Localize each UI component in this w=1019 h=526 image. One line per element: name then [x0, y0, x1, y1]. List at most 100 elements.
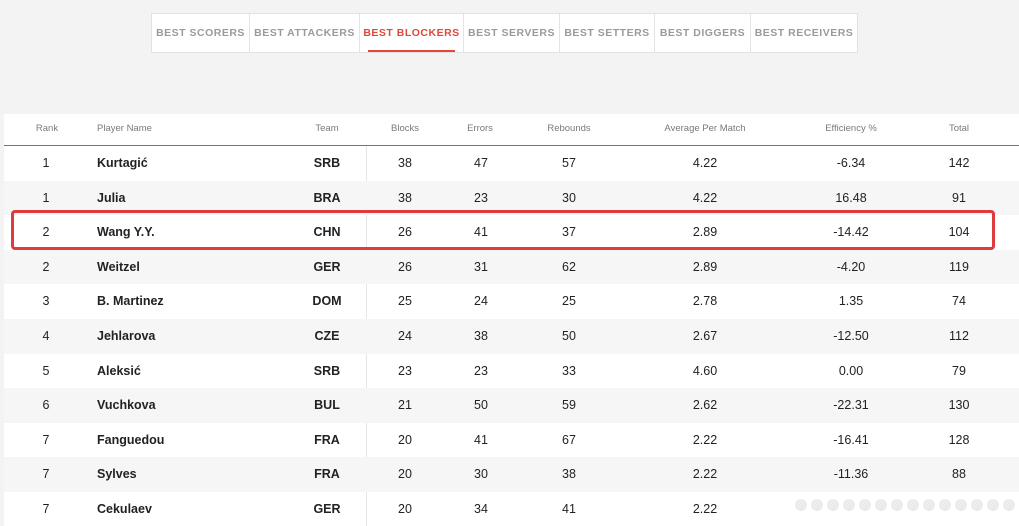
cell-errors: 34 — [474, 502, 488, 516]
cell-rank: 2 — [42, 259, 50, 274]
tab-best-setters[interactable]: BEST SETTERS — [560, 14, 655, 52]
col-header-total[interactable]: Total — [949, 123, 969, 134]
cell-total: 112 — [949, 329, 969, 343]
cell-rebounds: 25 — [562, 294, 576, 309]
table-header: Rank Player Name Team Blocks Errors Rebo… — [4, 114, 1019, 146]
tab-best-receivers[interactable]: BEST RECEIVERS — [751, 14, 857, 52]
cell-rank: 7 — [42, 467, 50, 482]
col-header-player[interactable]: Player Name — [97, 123, 152, 134]
table-row[interactable]: 6 Vuchkova BUL 21 50 59 2.62 -22.31 130 — [4, 388, 1019, 423]
cell-player: Jehlarova — [97, 329, 156, 343]
cell-player: Vuchkova — [97, 398, 156, 413]
cell-avg: 4.22 — [692, 190, 718, 205]
cell-efficiency: 0.00 — [838, 363, 864, 378]
tab-best-servers[interactable]: BEST SERVERS — [464, 14, 560, 52]
cell-total: 79 — [952, 363, 966, 378]
cell-errors: 30 — [474, 467, 488, 482]
cell-player: Fanguedou — [97, 432, 165, 447]
tab-best-diggers[interactable]: BEST DIGGERS — [655, 14, 751, 52]
col-header-errors[interactable]: Errors — [467, 123, 493, 134]
cell-player: B. Martinez — [97, 294, 164, 309]
cell-avg: 2.89 — [692, 225, 718, 240]
fade-decoration — [795, 497, 1017, 513]
cell-blocks: 20 — [398, 502, 412, 516]
cell-total: 91 — [952, 190, 966, 205]
cell-efficiency: -16.41 — [833, 432, 869, 447]
cell-efficiency: -6.34 — [836, 156, 866, 170]
cell-rebounds: 67 — [562, 432, 576, 447]
cell-rebounds: 33 — [562, 363, 576, 378]
cell-rank: 4 — [42, 329, 50, 343]
col-header-blocks[interactable]: Blocks — [391, 123, 419, 134]
cell-errors: 50 — [474, 398, 488, 413]
cell-avg: 2.22 — [692, 502, 718, 516]
cell-total: 119 — [949, 259, 969, 274]
cell-team: CHN — [313, 225, 341, 240]
cell-total: 88 — [952, 467, 966, 482]
cell-blocks: 26 — [398, 259, 412, 274]
cell-avg: 2.67 — [692, 329, 718, 343]
cell-team: SRB — [313, 363, 341, 378]
cell-rebounds: 50 — [562, 329, 576, 343]
cell-team: FRA — [314, 467, 340, 482]
table-row[interactable]: 7 Fanguedou FRA 20 41 67 2.22 -16.41 128 — [4, 423, 1019, 458]
cell-blocks: 23 — [398, 363, 412, 378]
table-row[interactable]: 4 Jehlarova CZE 24 38 50 2.67 -12.50 112 — [4, 319, 1019, 354]
cell-avg: 2.62 — [692, 398, 718, 413]
cell-rank: 1 — [42, 156, 50, 170]
cell-player: Wang Y.Y. — [97, 225, 155, 240]
cell-avg: 4.60 — [692, 363, 718, 378]
cell-team: GER — [313, 259, 341, 274]
table-row[interactable]: 5 Aleksić SRB 23 23 33 4.60 0.00 79 — [4, 354, 1019, 389]
cell-errors: 38 — [474, 329, 488, 343]
col-header-average[interactable]: Average Per Match — [664, 123, 745, 134]
cell-rank: 6 — [42, 398, 50, 413]
cell-blocks: 20 — [398, 432, 412, 447]
table-row[interactable]: 1 Kurtagić SRB 38 47 57 4.22 -6.34 142 — [4, 146, 1019, 181]
cell-team: CZE — [314, 329, 340, 343]
cell-blocks: 26 — [398, 225, 412, 240]
cell-player: Sylves — [97, 467, 137, 482]
cell-errors: 24 — [474, 294, 488, 309]
table-row[interactable]: 2 Weitzel GER 26 31 62 2.89 -4.20 119 — [4, 249, 1019, 285]
table-row[interactable]: 2 Wang Y.Y. CHN 26 41 37 2.89 -14.42 104 — [4, 215, 1019, 250]
cell-rank: 5 — [42, 363, 50, 378]
tab-best-attackers[interactable]: BEST ATTACKERS — [250, 14, 360, 52]
cell-blocks: 24 — [398, 329, 412, 343]
cell-total: 142 — [948, 156, 970, 170]
cell-rank: 7 — [42, 502, 50, 516]
tab-best-blockers[interactable]: BEST BLOCKERS — [360, 14, 464, 52]
cell-errors: 47 — [474, 156, 488, 170]
cell-team: DOM — [312, 294, 342, 309]
cell-rank: 3 — [42, 294, 50, 309]
cell-errors: 23 — [474, 363, 488, 378]
col-header-rank[interactable]: Rank — [36, 123, 58, 134]
stats-tab-bar: BEST SCORERS BEST ATTACKERS BEST BLOCKER… — [151, 13, 858, 53]
col-header-team[interactable]: Team — [315, 123, 338, 134]
cell-rebounds: 38 — [562, 467, 576, 482]
cell-player: Julia — [97, 190, 126, 205]
cell-avg: 2.78 — [692, 294, 718, 309]
table-row[interactable]: 7 Sylves FRA 20 30 38 2.22 -11.36 88 — [4, 457, 1019, 492]
cell-rank: 7 — [42, 432, 50, 447]
tab-best-scorers[interactable]: BEST SCORERS — [152, 14, 250, 52]
cell-efficiency: -12.50 — [833, 329, 869, 343]
cell-team: SRB — [313, 156, 341, 170]
cell-player: Cekulaev — [97, 502, 152, 516]
cell-avg: 4.22 — [692, 156, 718, 170]
cell-total: 104 — [948, 225, 970, 240]
cell-avg: 2.22 — [692, 432, 718, 447]
table-row[interactable]: 3 B. Martinez DOM 25 24 25 2.78 1.35 74 — [4, 284, 1019, 319]
col-header-rebounds[interactable]: Rebounds — [547, 123, 590, 134]
table-row[interactable]: 1 Julia BRA 38 23 30 4.22 16.48 91 — [4, 180, 1019, 216]
cell-efficiency: -11.36 — [833, 467, 869, 482]
cell-blocks: 38 — [398, 190, 412, 205]
cell-rebounds: 37 — [562, 225, 576, 240]
cell-player: Aleksić — [97, 363, 141, 378]
cell-team: FRA — [314, 432, 340, 447]
cell-avg: 2.22 — [692, 467, 718, 482]
cell-team: BUL — [314, 398, 340, 413]
cell-errors: 23 — [474, 190, 488, 205]
cell-efficiency: -22.31 — [833, 398, 869, 413]
col-header-efficiency[interactable]: Efficiency % — [825, 123, 877, 134]
